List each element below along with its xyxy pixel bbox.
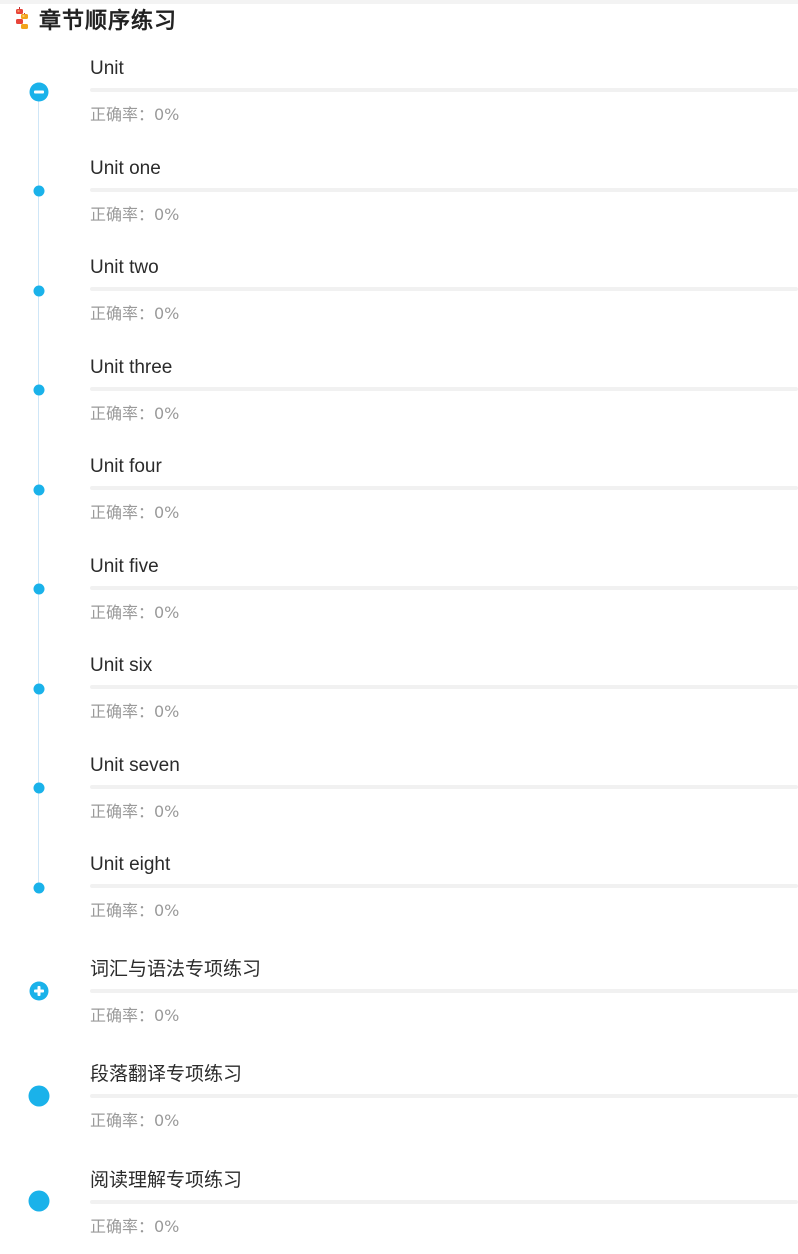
section-title: Unit two [90, 257, 159, 278]
accuracy-text: 正确率：0% [90, 404, 180, 423]
section-dot-icon [33, 285, 45, 297]
chapter-title: 阅读理解专项练习 [90, 1170, 243, 1191]
chapter-dot-icon[interactable] [28, 1190, 50, 1212]
section-title: Unit five [90, 556, 159, 577]
accuracy-text: 正确率：0% [90, 1111, 180, 1130]
accuracy-text: 正确率：0% [90, 802, 180, 821]
chapter-title: Unit [90, 58, 124, 79]
progress-bar [90, 1200, 798, 1204]
progress-bar [90, 989, 798, 993]
progress-bar [90, 785, 798, 789]
progress-bar [90, 88, 798, 92]
firecracker-icon [12, 6, 34, 32]
section-title: Unit eight [90, 854, 171, 875]
progress-bar [90, 287, 798, 291]
collapse-icon[interactable] [29, 82, 49, 102]
section-dot-icon [33, 683, 45, 695]
section-dot-icon [33, 882, 45, 894]
chapter-title: 段落翻译专项练习 [90, 1064, 243, 1085]
accuracy-text: 正确率：0% [90, 702, 180, 721]
section-title: Unit three [90, 357, 173, 378]
chapter-dot-icon[interactable] [28, 1085, 50, 1107]
section-title: Unit four [90, 456, 162, 477]
section-dot-icon [33, 484, 45, 496]
accuracy-text: 正确率：0% [90, 1006, 180, 1025]
progress-bar [90, 1094, 798, 1098]
page-header: 章节顺序练习 [12, 4, 177, 34]
progress-bar [90, 685, 798, 689]
section-title: Unit one [90, 158, 161, 179]
accuracy-text: 正确率：0% [90, 503, 180, 522]
progress-bar [90, 486, 798, 490]
chapter-title: 词汇与语法专项练习 [90, 959, 262, 980]
section-dot-icon [33, 583, 45, 595]
section-dot-icon [33, 384, 45, 396]
section-dot-icon [33, 782, 45, 794]
progress-bar [90, 586, 798, 590]
accuracy-text: 正确率：0% [90, 1217, 180, 1236]
accuracy-text: 正确率：0% [90, 105, 180, 124]
section-title: Unit seven [90, 755, 180, 776]
accuracy-text: 正确率：0% [90, 901, 180, 920]
accuracy-text: 正确率：0% [90, 304, 180, 323]
page-title: 章节顺序练习 [39, 8, 178, 33]
accuracy-text: 正确率：0% [90, 205, 180, 224]
progress-bar [90, 188, 798, 192]
progress-bar [90, 387, 798, 391]
section-title: Unit six [90, 655, 153, 676]
section-dot-icon [33, 185, 45, 197]
progress-bar [90, 884, 798, 888]
expand-icon[interactable] [29, 981, 49, 1001]
accuracy-text: 正确率：0% [90, 603, 180, 622]
